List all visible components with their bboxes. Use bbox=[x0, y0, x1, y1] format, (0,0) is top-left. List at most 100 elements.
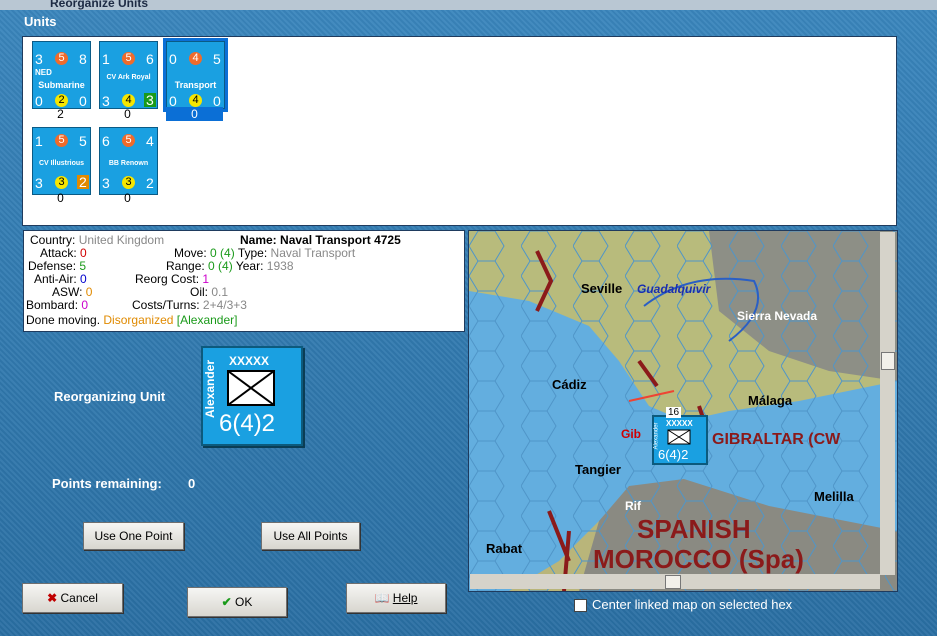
cancel-x-icon: ✖ bbox=[47, 591, 58, 605]
help-button[interactable]: 📖 Help bbox=[346, 583, 446, 613]
reorganizing-unit-label: Reorganizing Unit bbox=[54, 389, 166, 404]
units-panel: 3 5 8 NED Submarine 0 2 0 2 1 5 6 CV Ark… bbox=[22, 36, 897, 226]
costs-label: Costs/Turns: bbox=[132, 298, 200, 312]
asw-value: 0 bbox=[85, 285, 93, 299]
counter-top: 5 bbox=[55, 134, 68, 147]
map-unit-counter[interactable]: 16 XXXXX Alexander 6(4)2 bbox=[652, 407, 708, 465]
counter-attack: 6 bbox=[102, 133, 110, 149]
counter-bl: 3 bbox=[35, 175, 43, 191]
map-label-sierra-nevada: Sierra Nevada bbox=[737, 309, 818, 323]
check-icon: ✔ bbox=[221, 595, 232, 609]
map-label-tangier: Tangier bbox=[575, 462, 621, 477]
unit-counter-cv-illustrious[interactable]: 1 5 5 CV Illustrious 3 3 2 bbox=[32, 127, 91, 195]
range-value: 0 (4) bbox=[208, 259, 233, 273]
window-title: Reorganize Units bbox=[50, 0, 149, 10]
unit-counter-bb-renown[interactable]: 6 5 4 BB Renown 3 3 2 bbox=[99, 127, 158, 195]
ok-button[interactable]: ✔ OK bbox=[187, 587, 287, 617]
map-unit-strength: 6(4)2 bbox=[658, 447, 689, 462]
unit-strength: 6(4)2 bbox=[219, 410, 276, 437]
counter-defense: 5 bbox=[79, 133, 87, 149]
map-unit-stack: 16 bbox=[666, 407, 682, 418]
map-unit-size: XXXXX bbox=[666, 419, 693, 428]
counter-name: BB Renown bbox=[108, 160, 149, 167]
use-one-point-button[interactable]: Use One Point bbox=[83, 522, 184, 550]
map-label-morocco: MOROCCO (Spa) bbox=[593, 544, 804, 574]
counter-top: 5 bbox=[55, 52, 68, 65]
country-value: United Kingdom bbox=[78, 233, 165, 247]
map-view[interactable]: Seville Guadalquivir Sierra Nevada Cádiz… bbox=[468, 230, 898, 592]
antiair-value: 0 bbox=[80, 272, 87, 286]
counter-bm: 4 bbox=[122, 94, 135, 107]
counter-name: CV Ark Royal bbox=[106, 74, 151, 81]
year-label: Year: bbox=[235, 259, 264, 273]
oil-value: 0.1 bbox=[211, 285, 229, 299]
map-label-melilla: Melilla bbox=[814, 489, 854, 504]
map-vertical-scrollbar[interactable] bbox=[880, 232, 895, 575]
map-label-gibraltar: GIBRALTAR (CW bbox=[712, 431, 841, 448]
counter-count: 2 bbox=[57, 107, 64, 121]
range-label: Range: bbox=[166, 259, 205, 273]
horizontal-scroll-thumb[interactable] bbox=[665, 575, 681, 589]
map-horizontal-scrollbar[interactable] bbox=[470, 574, 880, 589]
counter-br: 2 bbox=[77, 174, 89, 190]
bombard-value: 0 bbox=[81, 298, 89, 312]
center-linked-map-checkbox[interactable] bbox=[574, 599, 587, 612]
map-label-rif: Rif bbox=[625, 499, 641, 513]
type-label: Type: bbox=[237, 246, 268, 260]
oil-label: Oil: bbox=[190, 285, 208, 299]
counter-name: CV Illustrious bbox=[38, 160, 85, 167]
reorganizing-unit-counter[interactable]: XXXXX Alexander 6(4)2 bbox=[201, 346, 303, 446]
counter-attack: 1 bbox=[35, 133, 43, 149]
counter-bl: 0 bbox=[169, 93, 177, 109]
points-remaining-label: Points remaining: bbox=[52, 476, 162, 491]
counter-br: 0 bbox=[213, 93, 221, 109]
asw-label: ASW: bbox=[52, 285, 83, 299]
unit-size: XXXXX bbox=[229, 354, 270, 368]
reorg-label: Reorg Cost: bbox=[135, 272, 200, 286]
unit-counter-submarine[interactable]: 3 5 8 NED Submarine 0 2 0 bbox=[32, 41, 91, 109]
move-value: 0 (4) bbox=[210, 246, 235, 260]
ok-label: OK bbox=[235, 595, 253, 609]
map-label-guadalquivir: Guadalquivir bbox=[637, 282, 711, 296]
unit-counter-transport[interactable]: 0 4 5 Transport 0 4 0 bbox=[163, 38, 228, 112]
counter-top: 5 bbox=[122, 52, 135, 65]
map-label-rabat: Rabat bbox=[486, 541, 523, 556]
title-bar: Reorganize Units bbox=[0, 0, 937, 10]
defense-label: Defense: bbox=[28, 259, 77, 273]
counter-name: Transport bbox=[174, 80, 217, 90]
counter-attack: 0 bbox=[169, 51, 177, 67]
use-all-points-button[interactable]: Use All Points bbox=[261, 522, 360, 550]
counter-top: 5 bbox=[122, 134, 135, 147]
unit-counter-cv-ark-royal[interactable]: 1 5 6 CV Ark Royal 3 4 3 bbox=[99, 41, 158, 109]
reorg-value: 1 bbox=[202, 272, 210, 286]
status-disorganized: Disorganized bbox=[103, 313, 174, 327]
counter-attack: 1 bbox=[102, 51, 110, 67]
counter-bl: 0 bbox=[35, 93, 43, 109]
cancel-button[interactable]: ✖ Cancel bbox=[22, 583, 123, 613]
counter-count: 0 bbox=[124, 107, 131, 121]
name-label: Name: bbox=[240, 233, 277, 247]
counter-br: 2 bbox=[146, 175, 154, 191]
counter-top: 4 bbox=[189, 52, 202, 65]
map-label-gib: Gib bbox=[621, 427, 641, 441]
defense-value: 5 bbox=[79, 259, 87, 273]
counter-defense: 5 bbox=[213, 51, 221, 67]
counter-count: 0 bbox=[166, 107, 223, 121]
counter-defense: 6 bbox=[146, 51, 154, 67]
map-label-cadiz: Cádiz bbox=[552, 377, 587, 392]
counter-attack: 3 bbox=[35, 51, 43, 67]
attack-value: 0 bbox=[80, 246, 87, 260]
move-label: Move: bbox=[174, 246, 207, 260]
status-hq: [Alexander] bbox=[176, 313, 238, 327]
help-book-icon: 📖 bbox=[374, 591, 390, 605]
counter-count: 0 bbox=[57, 191, 64, 205]
map-label-malaga: Málaga bbox=[748, 393, 793, 408]
map-label-seville: Seville bbox=[581, 281, 623, 296]
costs-value: 2+4/3+3 bbox=[202, 298, 247, 312]
units-label: Units bbox=[24, 14, 57, 29]
bombard-label: Bombard: bbox=[26, 298, 79, 312]
help-label: Help bbox=[392, 591, 418, 605]
center-linked-map-label: Center linked map on selected hex bbox=[592, 597, 793, 612]
vertical-scroll-thumb[interactable] bbox=[881, 352, 895, 370]
name-value: Naval Transport 4725 bbox=[280, 233, 401, 247]
